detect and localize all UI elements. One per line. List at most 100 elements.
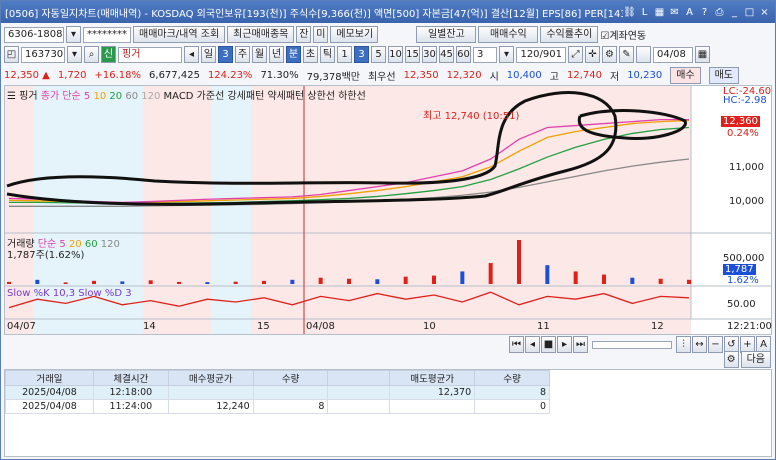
price-tick: 11,000 <box>729 162 764 173</box>
interval-1[interactable]: 1 <box>337 46 352 63</box>
settings-icon[interactable]: ⚙ <box>602 46 617 63</box>
calendar-icon[interactable]: ▦ <box>695 46 710 63</box>
code-input[interactable]: 163730 <box>21 46 65 63</box>
table-row[interactable]: 2025/04/08 12:18:00 12,370 8 <box>5 385 550 400</box>
period-month[interactable]: 월 <box>252 46 267 63</box>
period-day-button[interactable]: 일 <box>201 46 216 63</box>
period-year[interactable]: 년 <box>269 46 284 63</box>
close-icon[interactable]: × <box>758 6 771 19</box>
volume-bar <box>205 282 210 284</box>
price-tag: 12,360 <box>721 116 760 127</box>
col-time: 체결시간 <box>92 370 169 386</box>
grid-settings-icon[interactable]: ⚙ <box>723 351 739 368</box>
search-icon[interactable]: ⌕ <box>84 46 99 63</box>
volume-bar <box>432 275 436 284</box>
interval-15[interactable]: 15 <box>405 46 420 63</box>
chart-menu-icon[interactable]: ☰ <box>7 91 16 102</box>
stoch-tick: 50.00 <box>727 299 756 310</box>
window-title: [0506] 자동일지차트(매매내역) - KOSDAQ 외국인보유[193(천… <box>5 8 623 20</box>
quote-bar: 12,350 ▲ 1,720 +16.18% 6,677,425 124.23%… <box>1 67 775 84</box>
x-label: 14 <box>143 321 156 332</box>
interval-3[interactable]: 3 <box>354 46 369 63</box>
count-dropdown[interactable]: ▾ <box>499 46 514 63</box>
period-week[interactable]: 주 <box>235 46 250 63</box>
balance-button[interactable]: 잔 <box>296 26 312 43</box>
col-sell-qty: 수량 <box>474 370 550 386</box>
daily-balance-button[interactable]: 일별잔고 <box>416 26 477 43</box>
table-row[interactable]: 2025/04/08 11:24:00 12,240 8 0 <box>5 399 550 414</box>
volume-bar <box>120 281 125 284</box>
low-label: 저 <box>609 72 620 83</box>
account-dropdown[interactable]: ▾ <box>66 26 81 43</box>
memo-view-button[interactable]: 메모보기 <box>330 26 379 43</box>
vol-ma60: 60 <box>84 239 98 250</box>
session-bg <box>251 86 691 334</box>
col-date: 거래일 <box>5 370 94 386</box>
account-link-checkbox[interactable]: ☑계좌연동 <box>600 27 646 42</box>
period-minute[interactable]: 분 <box>286 46 301 63</box>
period-n-select[interactable]: 3 <box>218 46 233 63</box>
high-annotation: 최고 12,740 (10:51) <box>423 111 520 122</box>
cell-blank <box>327 399 391 414</box>
legend-ma-label: 종가 단순 <box>40 91 81 102</box>
volume-bar <box>460 271 465 284</box>
link-icon[interactable]: ⛓ <box>623 6 636 19</box>
code-dropdown[interactable]: ▾ <box>67 46 82 63</box>
count-select[interactable]: 3 <box>473 46 497 63</box>
chart-menu-icon[interactable]: ◰ <box>4 46 19 63</box>
account-select[interactable]: 6306-1808 <box>4 26 64 43</box>
next-button[interactable]: 다음 <box>740 351 771 368</box>
letter-icon[interactable]: L <box>638 6 651 19</box>
tool-icon[interactable]: ✎ <box>619 46 634 63</box>
unfilled-button[interactable]: 미 <box>313 26 329 43</box>
col-buy-avg: 매수평균가 <box>167 370 254 386</box>
print-icon[interactable]: ⎙ <box>713 6 726 19</box>
session-bg <box>211 86 251 334</box>
price-legend: ☰ 핑거 종가 단순 5 10 20 60 120 MACD 가준선 강세패턴 … <box>7 87 366 102</box>
sell-button[interactable]: 매도 <box>708 67 739 84</box>
recent-trades-button[interactable]: 최근매매종목 <box>227 26 295 43</box>
legend-name: 핑거 <box>19 91 38 102</box>
bid-price: 12,320 <box>446 70 482 81</box>
volume-bar <box>262 280 266 284</box>
prev-icon[interactable]: ◂ <box>184 46 199 63</box>
interval-45[interactable]: 45 <box>439 46 454 63</box>
trade-mark-query-button[interactable]: 매매마크/내역 조회 <box>133 26 226 43</box>
interval-30[interactable]: 30 <box>422 46 437 63</box>
period-second[interactable]: 초 <box>303 46 318 63</box>
volume-bar <box>92 280 96 284</box>
volume-bar <box>347 278 351 284</box>
date-checkbox[interactable] <box>636 46 651 63</box>
help-icon[interactable]: ? <box>698 6 711 19</box>
zoom-icon[interactable]: ⤢ <box>568 46 583 63</box>
minimize-icon[interactable]: _ <box>728 6 741 19</box>
scroll-slider[interactable] <box>592 340 672 349</box>
title-bar: [0506] 자동일지차트(매매내역) - KOSDAQ 외국인보유[193(천… <box>1 1 775 23</box>
interval-5[interactable]: 5 <box>371 46 386 63</box>
trade-profit-button[interactable]: 매매수익 <box>478 26 539 43</box>
volume-bar <box>573 271 578 284</box>
date-field[interactable]: 04/08 <box>653 46 693 63</box>
buy-button[interactable]: 매수 <box>670 67 701 84</box>
trade-table: 거래일 체결시간 매수평균가 수량 매도평균가 수량 2025/04/08 12… <box>5 370 550 414</box>
grid-icon[interactable]: ▦ <box>653 6 666 19</box>
cell-sell-avg <box>389 399 476 414</box>
font-icon[interactable]: A <box>683 6 696 19</box>
chat-icon[interactable]: ✉ <box>668 6 681 19</box>
volume-rate: 124.23% <box>207 70 253 81</box>
interval-60[interactable]: 60 <box>456 46 471 63</box>
interval-10[interactable]: 10 <box>388 46 403 63</box>
cell-time: 11:24:00 <box>92 399 169 414</box>
cross-icon[interactable]: ✛ <box>585 46 600 63</box>
count-field[interactable]: 120/901 <box>516 46 566 63</box>
chart-panel[interactable]: ☰ 핑거 종가 단순 5 10 20 60 120 MACD 가준선 강세패턴 … <box>4 85 772 335</box>
period-tick[interactable]: 틱 <box>320 46 335 63</box>
profit-trend-button[interactable]: 수익률추이 <box>540 26 599 43</box>
volume-bar <box>545 265 550 284</box>
volume-bar <box>35 279 40 284</box>
cell-buy-qty <box>252 385 329 400</box>
password-field[interactable]: ******** <box>83 26 131 43</box>
maximize-icon[interactable]: □ <box>743 6 756 19</box>
legend-ma120: 120 <box>141 91 161 102</box>
cell-blank <box>327 385 391 400</box>
